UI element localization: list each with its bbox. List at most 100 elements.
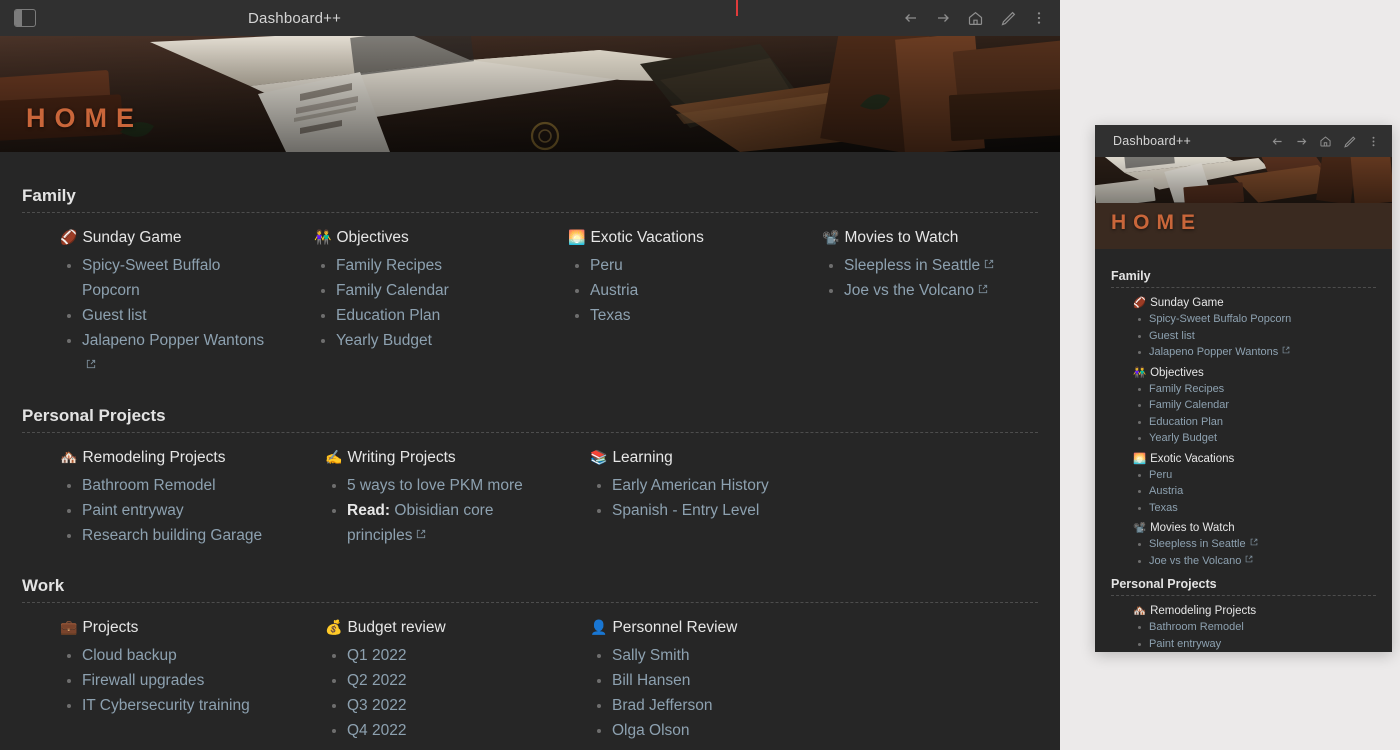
group-title-label: Exotic Vacations — [590, 229, 704, 246]
group-title[interactable]: 👫 Objectives — [314, 229, 530, 247]
content-column: 👫 Objectives Family Recipes Family Calendar… — [276, 229, 530, 392]
edit-pencil-icon[interactable] — [1343, 135, 1356, 148]
list-item[interactable]: Education Plan — [314, 303, 530, 328]
list-item[interactable]: Austria — [568, 278, 784, 303]
list-item[interactable]: Olga Olson — [590, 718, 817, 743]
forward-icon[interactable] — [1295, 135, 1308, 148]
list-item[interactable]: Guest list — [60, 303, 276, 328]
list-item-prefix: Read: — [347, 502, 391, 519]
group-title[interactable]: 🏘️ Remodeling Projects — [1133, 605, 1376, 617]
sidebar-toggle-icon[interactable] — [14, 9, 36, 27]
list-item[interactable]: Spicy-Sweet Buffalo Popcorn — [1133, 311, 1376, 328]
list-item[interactable]: Austria — [1133, 483, 1376, 500]
banner: HOME — [0, 36, 1060, 152]
list-item[interactable]: Peru — [568, 253, 784, 278]
link-list: Early American History Spanish - Entry Le… — [590, 473, 817, 523]
list-item[interactable]: Peru — [1133, 467, 1376, 484]
list-item[interactable]: Family Recipes — [314, 253, 530, 278]
group-title[interactable]: 📽️ Movies to Watch — [822, 229, 1038, 247]
list-item[interactable]: Early American History — [590, 473, 817, 498]
group-title[interactable]: 🏈 Sunday Game — [60, 229, 276, 247]
list-item[interactable]: Read: Obisidian core principles — [325, 498, 552, 548]
link-list: Family Recipes Family Calendar Education P… — [1133, 381, 1376, 447]
list-item[interactable]: Q2 2022 — [325, 668, 552, 693]
list-item[interactable]: Paint entryway — [60, 498, 287, 523]
list-item[interactable]: Yearly Budget — [314, 328, 530, 353]
section-heading: Personal Projects — [22, 406, 166, 425]
list-item[interactable]: Jalapeno Popper Wantons — [1133, 344, 1376, 361]
list-item[interactable]: Education Plan — [1133, 414, 1376, 431]
list-item-label: Yearly Budget — [1149, 432, 1218, 444]
section-heading: Work — [22, 576, 65, 595]
football-icon: 🏈 — [60, 229, 78, 245]
list-item[interactable]: Sleepless in Seattle — [1133, 536, 1376, 553]
list-item-label: Jalapeno Popper Wantons — [1149, 346, 1279, 358]
list-item[interactable]: Bill Hansen — [590, 668, 817, 693]
section-columns: 🏈 Sunday Game Spicy-Sweet Buffalo Popcorn G… — [1111, 297, 1376, 569]
group-title[interactable]: 🏈 Sunday Game — [1133, 297, 1376, 309]
group-title[interactable]: 🏘️ Remodeling Projects — [60, 449, 287, 467]
list-item[interactable]: Family Calendar — [314, 278, 530, 303]
edit-pencil-icon[interactable] — [1000, 10, 1016, 26]
list-item-label: Spicy-Sweet Buffalo Popcorn — [82, 257, 221, 299]
list-item[interactable]: Texas — [568, 303, 784, 328]
main-titlebar: Dashboard++ — [0, 0, 1060, 36]
list-item[interactable]: Cloud backup — [60, 643, 287, 668]
back-icon[interactable] — [903, 10, 919, 26]
home-icon[interactable] — [1319, 135, 1332, 148]
group-title[interactable]: 👫 Objectives — [1133, 367, 1376, 379]
more-options-icon[interactable] — [1367, 135, 1380, 148]
list-item[interactable]: Spicy-Sweet Buffalo Popcorn — [60, 253, 276, 303]
list-item[interactable]: Spanish - Entry Level — [590, 498, 817, 523]
back-icon[interactable] — [1271, 135, 1284, 148]
group-title[interactable]: 📽️ Movies to Watch — [1133, 522, 1376, 534]
group-title[interactable]: 🌅 Exotic Vacations — [1133, 453, 1376, 465]
list-item-label: Spicy-Sweet Buffalo Popcorn — [1149, 313, 1292, 325]
mini-page-title: Dashboard++ — [1113, 134, 1191, 148]
list-item[interactable]: Yearly Budget — [1133, 430, 1376, 447]
group-title-label: Exotic Vacations — [1150, 452, 1235, 465]
group-title[interactable]: 💼 Projects — [60, 619, 287, 637]
money-bag-icon: 💰 — [325, 619, 343, 635]
mini-window[interactable]: Dashboard++ HOME Family 🏈 Sunday Game Sp… — [1095, 125, 1392, 652]
list-item[interactable]: Sleepless in Seattle — [822, 253, 1038, 278]
list-item[interactable]: Bathroom Remodel — [60, 473, 287, 498]
titlebar-actions — [903, 10, 1046, 27]
content-column: 🌅 Exotic Vacations Peru Austria Texas — [1111, 453, 1376, 517]
group-title[interactable]: 👤 Personnel Review — [590, 619, 817, 637]
group-title[interactable]: ✍️ Writing Projects — [325, 449, 552, 467]
group-title[interactable]: 💰 Budget review — [325, 619, 552, 637]
list-item[interactable]: Firewall upgrades — [60, 668, 287, 693]
list-item[interactable]: IT Cybersecurity training — [60, 693, 287, 718]
group-title[interactable]: 🌅 Exotic Vacations — [568, 229, 784, 247]
list-item[interactable]: Jalapeno Popper Wantons — [60, 328, 276, 378]
list-item-label: Q2 2022 — [347, 672, 407, 689]
group-title[interactable]: 📚 Learning — [590, 449, 817, 467]
forward-icon[interactable] — [935, 10, 951, 26]
list-item-label: Firewall upgrades — [82, 672, 205, 689]
list-item[interactable]: Q3 2022 — [325, 693, 552, 718]
list-item[interactable]: Joe vs the Volcano — [822, 278, 1038, 303]
list-item[interactable]: Joe vs the Volcano — [1133, 553, 1376, 570]
list-item[interactable]: Q1 2022 — [325, 643, 552, 668]
content-column: 🏈 Sunday Game Spicy-Sweet Buffalo Popcorn G… — [1111, 297, 1376, 361]
home-icon[interactable] — [967, 10, 984, 27]
list-item[interactable]: Family Recipes — [1133, 381, 1376, 398]
link-list: Family Recipes Family Calendar Education P… — [314, 253, 530, 353]
books-icon: 📚 — [590, 449, 608, 465]
list-item[interactable]: Guest list — [1133, 328, 1376, 345]
list-item[interactable]: Sally Smith — [590, 643, 817, 668]
list-item[interactable]: Texas — [1133, 500, 1376, 517]
list-item[interactable]: 5 ways to love PKM more — [325, 473, 552, 498]
list-item[interactable]: Family Calendar — [1133, 397, 1376, 414]
external-link-icon — [86, 359, 96, 369]
list-item[interactable]: Research building Garage — [60, 523, 287, 548]
list-item[interactable]: Paint entryway — [1133, 636, 1376, 653]
list-item[interactable]: Q4 2022 — [325, 718, 552, 743]
football-icon: 🏈 — [1133, 297, 1147, 309]
list-item[interactable]: Bathroom Remodel — [1133, 619, 1376, 636]
list-item-label: Guest list — [82, 307, 147, 324]
link-list: Bathroom RemodelPaint entrywayResearch b… — [1133, 619, 1376, 652]
more-options-icon[interactable] — [1032, 10, 1046, 26]
list-item[interactable]: Brad Jefferson — [590, 693, 817, 718]
